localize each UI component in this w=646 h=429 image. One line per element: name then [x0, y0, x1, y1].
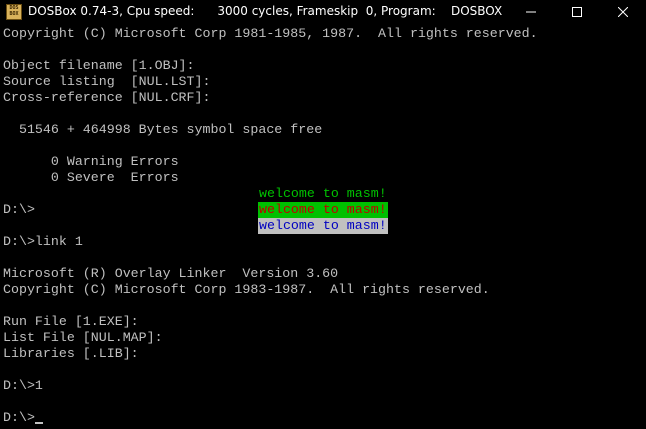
dosbox-app-icon[interactable]: DOS BOX — [6, 4, 22, 20]
console-line: Cross-reference [NUL.CRF]: — [3, 90, 211, 105]
console-line: 0 Severe Errors — [3, 170, 179, 185]
dos-console[interactable]: Copyright (C) Microsoft Corp 1981-1985, … — [0, 24, 646, 429]
console-line: D:\> — [3, 202, 35, 217]
welcome-banner-blue-on-gray: welcome to masm! — [258, 218, 388, 234]
minimize-icon — [526, 11, 536, 13]
close-button[interactable] — [600, 0, 646, 24]
console-line: 0 Warning Errors — [3, 154, 179, 169]
console-line: Libraries [.LIB]: — [3, 346, 139, 361]
icon-label-bottom: BOX — [9, 11, 19, 17]
console-line: Copyright (C) Microsoft Corp 1983-1987. … — [3, 282, 490, 297]
prompt-text: D:\> — [3, 410, 35, 425]
console-line: Copyright (C) Microsoft Corp 1981-1985, … — [3, 26, 538, 41]
dosbox-window: DOS BOX DOSBox 0.74-3, Cpu speed: 3000 c… — [0, 0, 646, 429]
close-icon — [618, 7, 628, 17]
welcome-banner-red-on-green: welcome to masm! — [258, 202, 388, 218]
text-cursor — [34, 422, 43, 424]
console-line: List File [NUL.MAP]: — [3, 330, 163, 345]
minimize-button[interactable] — [508, 0, 554, 24]
window-title: DOSBox 0.74-3, Cpu speed: 3000 cycles, F… — [28, 4, 503, 18]
console-line: D:\>link 1 — [3, 234, 83, 249]
console-line: D:\>1 — [3, 378, 43, 393]
console-line: Run File [1.EXE]: — [3, 314, 139, 329]
maximize-icon — [572, 7, 582, 17]
prompt-line[interactable]: D:\> — [3, 410, 43, 426]
console-line: Object filename [1.OBJ]: — [3, 58, 195, 73]
console-line: 51546 + 464998 Bytes symbol space free — [3, 122, 323, 137]
welcome-banner-green: welcome to masm! — [258, 186, 388, 202]
title-bar[interactable]: DOS BOX DOSBox 0.74-3, Cpu speed: 3000 c… — [0, 0, 646, 24]
console-line: Microsoft (R) Overlay Linker Version 3.6… — [3, 266, 339, 281]
maximize-button[interactable] — [554, 0, 600, 24]
console-line: Source listing [NUL.LST]: — [3, 74, 211, 89]
